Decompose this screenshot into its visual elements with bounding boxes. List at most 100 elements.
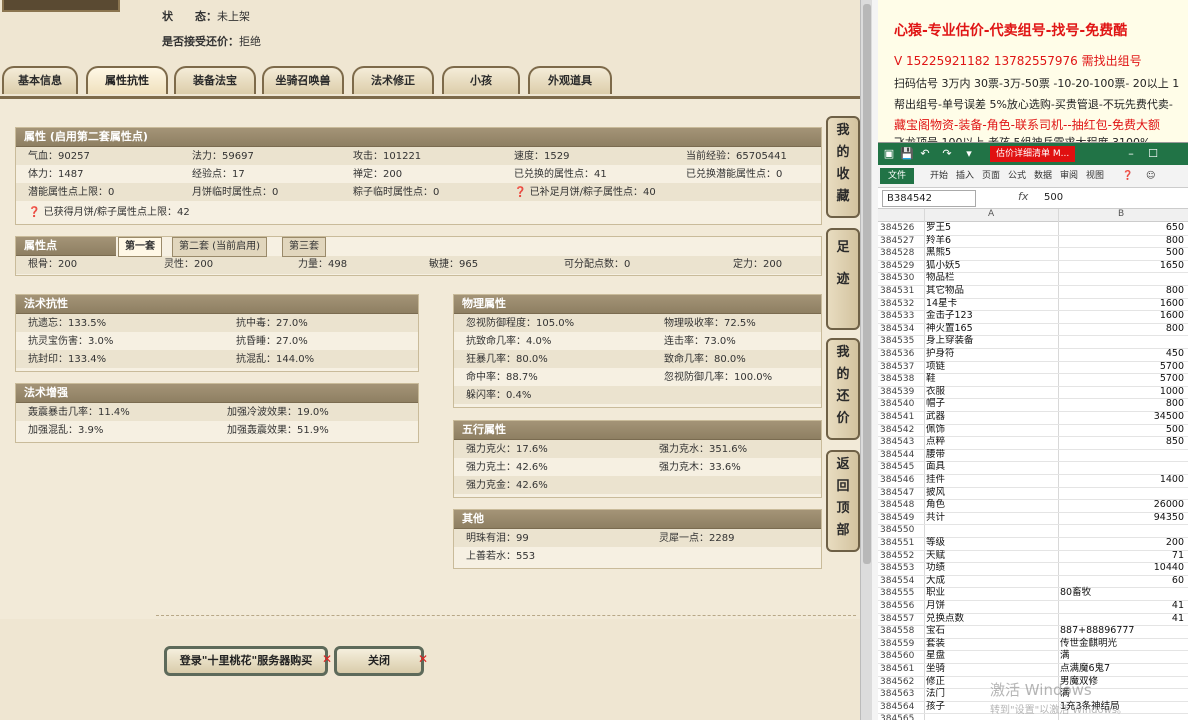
cell-a[interactable]: 功绩 xyxy=(926,562,1058,575)
sheet-row[interactable]: 384550 xyxy=(878,524,1188,538)
row-number[interactable]: 384526 xyxy=(880,222,924,235)
close-button[interactable]: 关闭 xyxy=(334,646,424,676)
row-number[interactable]: 384530 xyxy=(880,272,924,285)
sheet-row[interactable]: 384534 神火置165 800 xyxy=(878,323,1188,337)
cell-a[interactable]: 佩饰 xyxy=(926,424,1058,437)
cell-a[interactable]: 套装 xyxy=(926,638,1058,651)
sheet-row[interactable]: 384532 14星卡 1600 xyxy=(878,298,1188,312)
row-number[interactable]: 384565 xyxy=(880,713,924,720)
cell-a[interactable]: 兑换点数 xyxy=(926,613,1058,626)
row-number[interactable]: 384539 xyxy=(880,386,924,399)
tab-equipment[interactable]: 装备法宝 xyxy=(174,66,256,94)
login-buy-button[interactable]: 登录"十里桃花"服务器购买 xyxy=(164,646,328,676)
help-icon[interactable]: ❓ xyxy=(1122,168,1133,184)
subtab-set-1[interactable]: 第一套 xyxy=(118,237,162,257)
row-number[interactable]: 384541 xyxy=(880,411,924,424)
row-number[interactable]: 384557 xyxy=(880,613,924,626)
row-number[interactable]: 384559 xyxy=(880,638,924,651)
row-number[interactable]: 384562 xyxy=(880,676,924,689)
col-header-b[interactable]: B xyxy=(1118,209,1124,219)
cell-a[interactable]: 其它物品 xyxy=(926,285,1058,298)
share-icon[interactable]: ☺ xyxy=(1146,168,1155,184)
cell-a[interactable]: 黑熊5 xyxy=(926,247,1058,260)
cell-a[interactable]: 腰带 xyxy=(926,449,1058,462)
cell-a[interactable]: 14星卡 xyxy=(926,298,1058,311)
row-number[interactable]: 384548 xyxy=(880,499,924,512)
ribbon-tab-home[interactable]: 开始 xyxy=(930,168,948,184)
cell-a[interactable]: 罗王5 xyxy=(926,222,1058,235)
cell-b[interactable]: 60 xyxy=(1060,575,1184,588)
row-number[interactable]: 384528 xyxy=(880,247,924,260)
row-number[interactable]: 384549 xyxy=(880,512,924,525)
cell-a[interactable]: 大成 xyxy=(926,575,1058,588)
sheet-row[interactable]: 384547 披风 xyxy=(878,487,1188,501)
cell-b[interactable]: 500 xyxy=(1060,424,1184,437)
cell-b[interactable]: 10440 xyxy=(1060,562,1184,575)
sheet-row[interactable]: 384542 佩饰 500 xyxy=(878,424,1188,438)
sheet-row[interactable]: 384560 星盘满 xyxy=(878,650,1188,664)
sheet-row[interactable]: 384554 大成 60 xyxy=(878,575,1188,589)
row-number[interactable]: 384537 xyxy=(880,361,924,374)
row-number[interactable]: 384560 xyxy=(880,650,924,663)
row-number[interactable]: 384563 xyxy=(880,688,924,701)
sheet-row[interactable]: 384527 羚羊6 800 xyxy=(878,235,1188,249)
sheet-row[interactable]: 384551 等级 200 xyxy=(878,537,1188,551)
cell-b[interactable]: 450 xyxy=(1060,348,1184,361)
ribbon-tab-review[interactable]: 审阅 xyxy=(1060,168,1078,184)
row-number[interactable]: 384550 xyxy=(880,524,924,537)
footprint-button[interactable]: 足迹 xyxy=(826,228,860,330)
cell-b[interactable]: 41 xyxy=(1060,600,1184,613)
cell-a[interactable]: 星盘 xyxy=(926,650,1058,663)
cell-a[interactable]: 项链 xyxy=(926,361,1058,374)
tab-attributes[interactable]: 属性抗性 xyxy=(86,66,168,94)
cell-b[interactable]: 1000 xyxy=(1060,386,1184,399)
sheet-row[interactable]: 384531 其它物品 800 xyxy=(878,285,1188,299)
row-number[interactable]: 384547 xyxy=(880,487,924,500)
row-number[interactable]: 384558 xyxy=(880,625,924,638)
sheet-row[interactable]: 384544 腰带 xyxy=(878,449,1188,463)
row-number[interactable]: 384564 xyxy=(880,701,924,714)
cell-b[interactable]: 26000 xyxy=(1060,499,1184,512)
row-number[interactable]: 384546 xyxy=(880,474,924,487)
cell-b[interactable]: 800 xyxy=(1060,323,1184,336)
minimize-icon[interactable]: – xyxy=(1124,147,1138,161)
maximize-icon[interactable]: ☐ xyxy=(1146,147,1160,161)
tab-mounts-pets[interactable]: 坐骑召唤兽 xyxy=(262,66,344,94)
sheet-row[interactable]: 384530 物品栏 xyxy=(878,272,1188,286)
sheet-row[interactable]: 384555 职业 80畜牧 xyxy=(878,587,1188,601)
sheet-row[interactable]: 384537 项链 5700 xyxy=(878,361,1188,375)
sheet-row[interactable]: 384559 套装 传世金麒明光 xyxy=(878,638,1188,652)
row-number[interactable]: 384527 xyxy=(880,235,924,248)
sheet-row[interactable]: 384546 挂件 1400 xyxy=(878,474,1188,488)
cell-b[interactable]: 34500 xyxy=(1060,411,1184,424)
row-number[interactable]: 384542 xyxy=(880,424,924,437)
cell-a[interactable]: 披风 xyxy=(926,487,1058,500)
cell-a[interactable]: 坐骑 xyxy=(926,663,1058,676)
cell-b[interactable]: 5700 xyxy=(1060,361,1184,374)
cell-a[interactable]: 共计 xyxy=(926,512,1058,525)
row-number[interactable]: 384554 xyxy=(880,575,924,588)
sheet-row[interactable]: 384556 月饼 41 xyxy=(878,600,1188,614)
sheet-row[interactable]: 384526 罗王5 650 xyxy=(878,222,1188,236)
ribbon-tab-insert[interactable]: 插入 xyxy=(956,168,974,184)
ribbon-tab-data[interactable]: 数据 xyxy=(1034,168,1052,184)
cell-b[interactable]: 94350 xyxy=(1060,512,1184,525)
sheet-row[interactable]: 384553 功绩 10440 xyxy=(878,562,1188,576)
sheet-row[interactable]: 384548 角色 26000 xyxy=(878,499,1188,513)
cell-a[interactable]: 等级 xyxy=(926,537,1058,550)
cell-a[interactable]: 职业 xyxy=(926,587,1058,600)
cell-b[interactable]: 650 xyxy=(1060,222,1184,235)
sheet-row[interactable]: 384558 宝石 887+88896777 xyxy=(878,625,1188,639)
cell-a[interactable]: 武器 xyxy=(926,411,1058,424)
sheet-row[interactable]: 384529 狐小妖5 1650 xyxy=(878,260,1188,274)
cell-b[interactable]: 200 xyxy=(1060,537,1184,550)
sheet-row[interactable]: 384539 衣服 1000 xyxy=(878,386,1188,400)
ribbon-tab-layout[interactable]: 页面 xyxy=(982,168,1000,184)
formula-input[interactable]: 500 xyxy=(1044,190,1063,206)
subtab-set-3[interactable]: 第三套 xyxy=(282,237,326,257)
sheet-row[interactable]: 384535 身上穿装备 xyxy=(878,335,1188,349)
cell-b[interactable]: 1600 xyxy=(1060,310,1184,323)
row-number[interactable]: 384561 xyxy=(880,663,924,676)
cell-a[interactable]: 点粹 xyxy=(926,436,1058,449)
row-number[interactable]: 384555 xyxy=(880,587,924,600)
